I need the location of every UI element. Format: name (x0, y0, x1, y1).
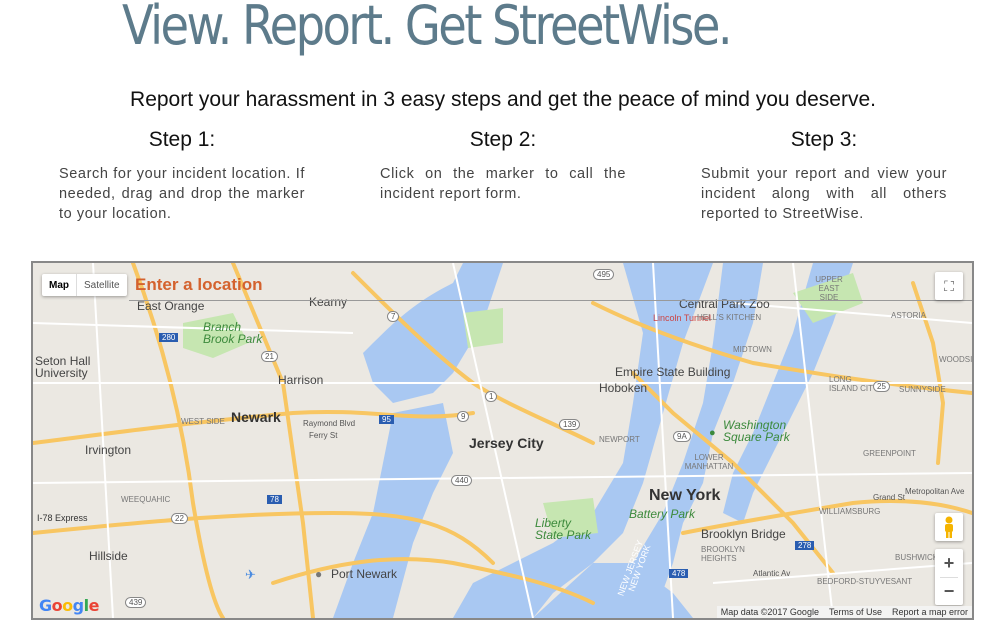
map-type-control: Map Satellite (42, 274, 127, 296)
step-2-title: Step 2: (469, 128, 537, 151)
satellite-view-button[interactable]: Satellite (77, 274, 127, 296)
label-bushwick: BUSHWICK (895, 553, 939, 562)
pegman-icon (945, 516, 953, 538)
step-2: Step 2: Click on the marker to call the … (380, 128, 626, 204)
shield-280: 280 (159, 333, 179, 342)
page-headline: View. Report. Get StreetWise. (122, 0, 733, 57)
map-view-button[interactable]: Map (42, 274, 77, 296)
label-battery-park: Battery Park (629, 507, 696, 521)
label-hoboken: Hoboken (599, 381, 648, 395)
step-3-text: Submit your report and view your inciden… (701, 166, 947, 222)
label-branch-brook-park: Branch Brook Park (203, 320, 263, 346)
step-1-title: Step 1: (148, 128, 216, 151)
label-grand-st: Grand St (873, 493, 906, 502)
label-port-newark: Port Newark (331, 567, 398, 581)
label-bedford-stuyvesant: BEDFORD-STUYVESANT (817, 577, 913, 586)
location-search-input[interactable]: Enter a location (129, 271, 972, 301)
shield-95: 95 (379, 415, 394, 424)
zoom-in-button[interactable]: + (944, 550, 955, 577)
shield-278: 278 (795, 541, 815, 550)
step-1-text: Search for your incident location. If ne… (59, 166, 305, 222)
label-metropolitan-ave: Metropolitan Ave (905, 487, 965, 496)
label-atlantic-av: Atlantic Av (753, 569, 791, 578)
label-raymond-blvd: Raymond Blvd (303, 419, 356, 428)
label-harrison: Harrison (278, 373, 324, 387)
step-3-title: Step 3: (790, 128, 858, 151)
label-i78-express: I-78 Express (37, 513, 88, 523)
label-west-side: WEST SIDE (181, 417, 225, 426)
label-sunnyside: SUNNYSIDE (899, 385, 946, 394)
shield-139: 139 (559, 419, 581, 430)
step-1: Step 1: Search for your incident locatio… (59, 128, 305, 224)
page-subheading: Report your harassment in 3 easy steps a… (130, 88, 876, 111)
label-greenpoint: GREENPOINT (863, 449, 916, 458)
label-midtown: MIDTOWN (733, 345, 772, 354)
label-hillside: Hillside (89, 549, 128, 563)
label-williamsburg: WILLIAMSBURG (819, 507, 881, 516)
step-2-text: Click on the marker to call the incident… (380, 166, 626, 202)
map-data-credit: Map data ©2017 Google (720, 607, 819, 617)
label-astoria: ASTORIA (891, 311, 926, 320)
park-icon[interactable]: ● (709, 427, 716, 439)
fullscreen-button[interactable]: ⛶ (935, 272, 963, 300)
label-seton-hall: Seton Hall University (35, 354, 91, 380)
label-washington-square: Washington Square Park (723, 418, 790, 444)
airport-icon[interactable]: ✈ (245, 567, 256, 583)
label-east-orange: East Orange (137, 299, 205, 313)
shield-439: 439 (125, 597, 147, 608)
label-long-island-city: LONG ISLAND CITY (829, 375, 879, 393)
label-weequahic: WEEQUAHIC (121, 495, 171, 504)
shield-478: 478 (669, 569, 689, 578)
label-jersey-city: Jersey City (469, 435, 544, 451)
shield-9a: 9A (673, 431, 691, 442)
shield-21: 21 (261, 351, 278, 362)
label-newport: NEWPORT (599, 435, 640, 444)
fullscreen-icon: ⛶ (944, 277, 954, 294)
label-brooklyn-bridge: Brooklyn Bridge (701, 527, 786, 541)
label-brooklyn-heights: BROOKLYN HEIGHTS (701, 545, 745, 563)
shield-25: 25 (873, 381, 890, 392)
terms-of-use-link[interactable]: Terms of Use (829, 607, 882, 617)
label-empire-state: Empire State Building (615, 365, 731, 379)
label-irvington: Irvington (85, 443, 132, 457)
shield-22: 22 (171, 513, 188, 524)
zoom-out-button[interactable]: − (944, 578, 955, 605)
label-liberty-state-park: Liberty State Park (535, 516, 592, 542)
place-marker-icon[interactable]: ● (315, 567, 322, 581)
street-view-pegman[interactable] (935, 513, 963, 541)
incident-map[interactable]: East Orange Kearny Branch Brook Park Set… (31, 261, 974, 620)
google-logo[interactable]: Google (39, 596, 99, 615)
step-3: Step 3: Submit your report and view your… (701, 128, 947, 224)
label-woodside: WOODSIE (939, 355, 974, 364)
map-attribution: Map data ©2017 Google Terms of Use Repor… (716, 606, 972, 618)
label-ferry-st: Ferry St (309, 431, 338, 440)
shield-78: 78 (267, 495, 282, 504)
label-hells-kitchen: HELL'S KITCHEN (697, 313, 762, 322)
label-newark: Newark (231, 409, 281, 425)
label-new-york: New York (649, 487, 721, 504)
report-map-error-link[interactable]: Report a map error (892, 607, 968, 617)
shield-440: 440 (451, 475, 473, 486)
zoom-control: + − (935, 549, 963, 605)
label-lower-manhattan: LOWER MANHATTAN (684, 453, 734, 471)
